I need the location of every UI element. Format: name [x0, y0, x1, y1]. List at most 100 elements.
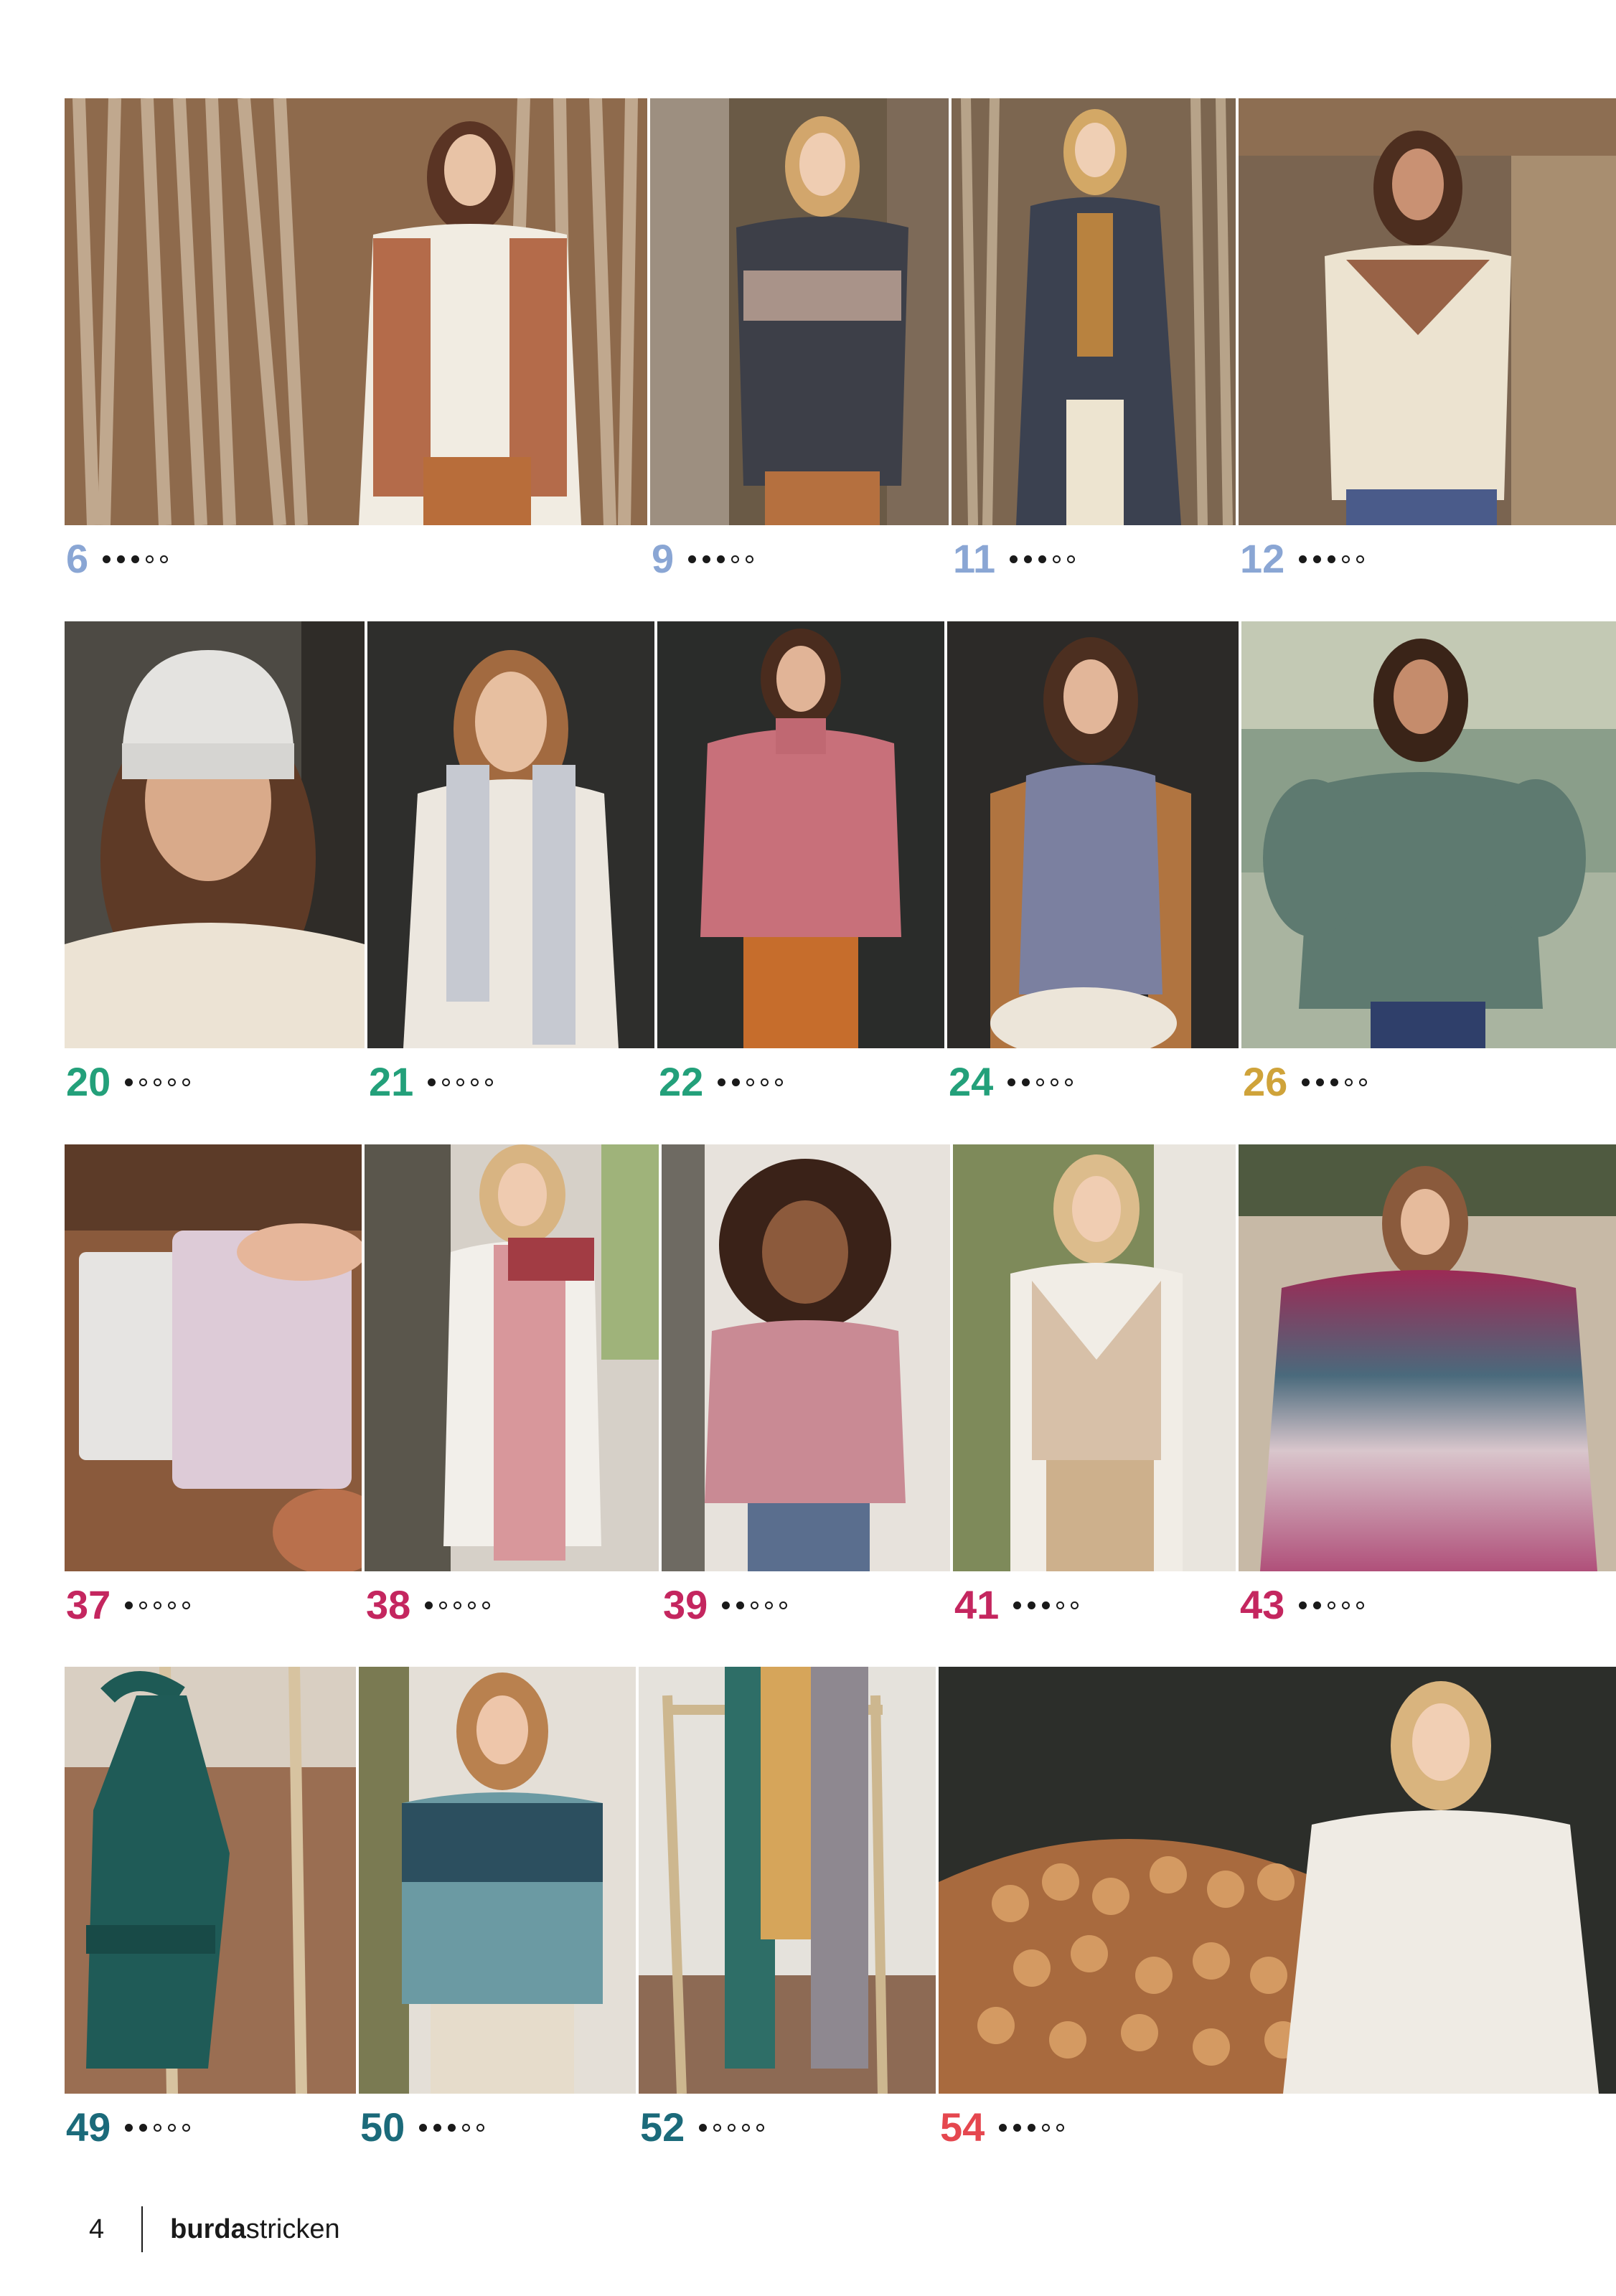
pattern-number: 20 [66, 1059, 111, 1104]
difficulty-rating [1302, 1078, 1373, 1086]
difficulty-dot-empty [1342, 555, 1350, 563]
difficulty-dot-empty [456, 1078, 465, 1086]
brand-bold: burda [170, 2213, 246, 2244]
pattern-photo-laptop-sleeve[interactable] [65, 1144, 362, 1571]
difficulty-rating [699, 2123, 771, 2132]
pattern-photo-scarves-on-chair[interactable] [639, 1667, 936, 2094]
pattern-tile[interactable]: 12 [1239, 98, 1616, 608]
difficulty-dot-filled [699, 2123, 708, 2132]
difficulty-dot-filled [1313, 1601, 1322, 1609]
pattern-photo-balloon-sleeve-sweater[interactable] [1241, 621, 1616, 1048]
difficulty-dot-empty [160, 555, 169, 563]
pattern-photo-beanie[interactable] [65, 621, 365, 1048]
difficulty-dot-empty [1356, 555, 1365, 563]
pattern-number: 39 [663, 1582, 708, 1627]
pattern-tile[interactable]: 9 [650, 98, 949, 608]
difficulty-rating [718, 1078, 789, 1086]
difficulty-dot-filled [703, 555, 711, 563]
difficulty-dot-filled [1042, 1601, 1051, 1609]
difficulty-dot-filled [1328, 555, 1336, 563]
difficulty-dot-empty [756, 2123, 765, 2132]
difficulty-dot-empty [1056, 1601, 1065, 1609]
difficulty-dot-empty [731, 555, 740, 563]
pattern-tile[interactable]: 24 [947, 621, 1239, 1131]
pattern-tile[interactable]: 41 [953, 1144, 1236, 1654]
pattern-photo-wrap-cardigan[interactable] [953, 1144, 1236, 1571]
brand-logo: burdastricken [170, 2214, 339, 2245]
difficulty-rating [125, 1078, 197, 1086]
difficulty-rating [1299, 555, 1371, 563]
pattern-tile[interactable]: 37 [65, 1144, 362, 1654]
difficulty-dot-empty [146, 555, 154, 563]
difficulty-dot-empty [168, 1078, 177, 1086]
pattern-tile[interactable]: 6 [65, 98, 647, 608]
difficulty-dot-filled [1299, 555, 1307, 563]
page-number: 4 [89, 2213, 105, 2244]
pattern-tile[interactable]: 39 [662, 1144, 950, 1654]
difficulty-dot-filled [1330, 1078, 1339, 1086]
difficulty-dot-empty [139, 1601, 148, 1609]
pattern-tile[interactable]: 43 [1239, 1144, 1616, 1654]
difficulty-dot-filled [732, 1078, 741, 1086]
difficulty-dot-filled [1013, 2123, 1022, 2132]
pattern-photo-child-sweater[interactable] [662, 1144, 950, 1571]
pattern-number: 41 [954, 1582, 1000, 1627]
difficulty-dot-filled [117, 555, 126, 563]
pattern-tile[interactable]: 11 [952, 98, 1236, 608]
pattern-row-3: 37 38 39 41 43 [65, 1144, 1616, 1654]
pattern-photo-gradient-scarf[interactable] [365, 1144, 659, 1571]
difficulty-dot-filled [125, 2123, 133, 2132]
pattern-photo-teal-yoke-sweater[interactable] [359, 1667, 636, 2094]
pattern-photo-cable-poncho[interactable] [939, 1667, 1616, 2094]
difficulty-dot-filled [722, 1601, 731, 1609]
pattern-tile[interactable]: 50 [359, 1667, 636, 2176]
pattern-number: 21 [369, 1059, 414, 1104]
pattern-tile[interactable]: 22 [657, 621, 944, 1131]
pattern-photo-turtleneck[interactable] [657, 621, 944, 1048]
pattern-tile[interactable]: 21 [367, 621, 654, 1131]
difficulty-dot-filled [1022, 1078, 1030, 1086]
pattern-photo-knitted-vest[interactable] [947, 621, 1239, 1048]
pattern-photo-fairisle-sweater[interactable] [650, 98, 949, 525]
difficulty-dot-filled [1299, 1601, 1307, 1609]
difficulty-dot-empty [471, 1078, 479, 1086]
pattern-photo-yoke-sweater[interactable] [1239, 98, 1616, 525]
difficulty-dot-filled [736, 1601, 745, 1609]
pattern-photo-scarf-fringes[interactable] [367, 621, 654, 1048]
pattern-number: 12 [1240, 536, 1285, 581]
pattern-photo-sweater-granny-sleeves[interactable] [65, 98, 647, 525]
difficulty-dot-filled [1302, 1078, 1310, 1086]
difficulty-dot-empty [1356, 1601, 1365, 1609]
pattern-number: 26 [1243, 1059, 1288, 1104]
difficulty-dot-empty [139, 1078, 148, 1086]
pattern-tile[interactable]: 20 [65, 621, 365, 1131]
pattern-photo-shoulder-bag[interactable] [65, 1667, 356, 2094]
pattern-tile[interactable]: 49 [65, 1667, 356, 2176]
difficulty-dot-empty [182, 1601, 191, 1609]
difficulty-dot-empty [442, 1078, 451, 1086]
difficulty-dot-empty [728, 2123, 736, 2132]
pattern-photo-long-coat[interactable] [952, 98, 1236, 525]
difficulty-dot-empty [713, 2123, 722, 2132]
difficulty-rating [999, 2123, 1071, 2132]
difficulty-rating [722, 1601, 794, 1609]
pattern-number: 38 [366, 1582, 411, 1627]
difficulty-rating [1013, 1601, 1085, 1609]
difficulty-dot-empty [1359, 1078, 1368, 1086]
pattern-number: 37 [66, 1582, 111, 1627]
difficulty-dot-filled [428, 1078, 436, 1086]
pattern-tile[interactable]: 54 [939, 1667, 1616, 2176]
pattern-tile[interactable]: 26 [1241, 621, 1616, 1131]
pattern-number: 52 [640, 2104, 685, 2150]
brand-rest: stricken [245, 2213, 340, 2244]
difficulty-dot-empty [1056, 2123, 1065, 2132]
pattern-tile[interactable]: 52 [639, 1667, 936, 2176]
pattern-photo-gradient-poncho[interactable] [1239, 1144, 1616, 1571]
difficulty-dot-empty [775, 1078, 784, 1086]
difficulty-dot-empty [468, 1601, 476, 1609]
difficulty-dot-empty [751, 1601, 759, 1609]
pattern-number: 24 [949, 1059, 994, 1104]
difficulty-dot-empty [1065, 1078, 1074, 1086]
pattern-tile[interactable]: 38 [365, 1144, 659, 1654]
pattern-number: 22 [659, 1059, 704, 1104]
